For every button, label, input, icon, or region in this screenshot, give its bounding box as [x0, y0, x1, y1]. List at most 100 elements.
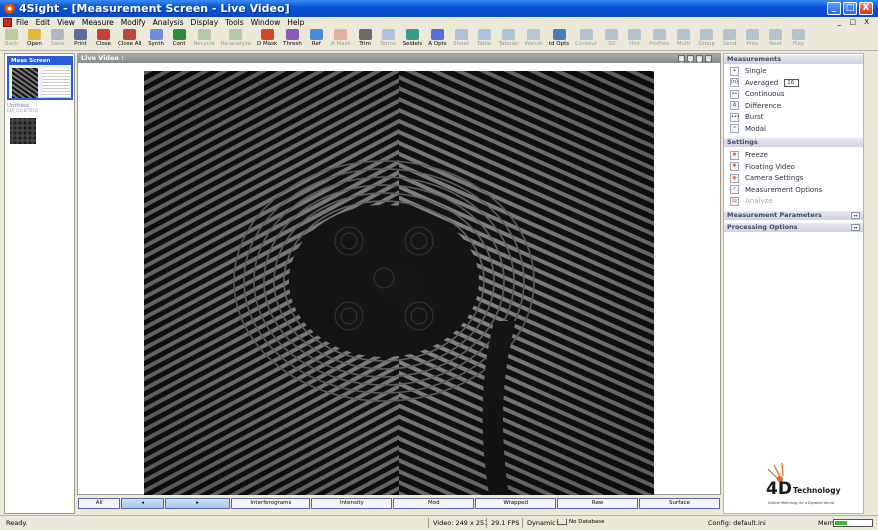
toolbar-tabular-button[interactable]: Tabular: [499, 28, 519, 47]
menu-item-help[interactable]: Help: [287, 18, 304, 27]
toolbar-recycle-button[interactable]: Recycle: [194, 28, 215, 47]
menu-item-view[interactable]: View: [57, 18, 75, 27]
processing-options-header[interactable]: Processing Options ▾▾: [724, 223, 863, 232]
scale-icon[interactable]: S: [696, 55, 703, 64]
measurement-continuous[interactable]: •• Continuous: [730, 89, 785, 99]
tab-next[interactable]: ▸: [164, 498, 231, 509]
camera-settings-icon: ◉: [730, 173, 739, 183]
toolbar-back-button[interactable]: Back: [3, 28, 20, 47]
menu-item-edit[interactable]: Edit: [36, 18, 51, 27]
toolbar-button-label: Open: [27, 41, 42, 47]
setting-freeze[interactable]: ✱ Freeze: [730, 150, 768, 160]
tab-intensity[interactable]: Intensity: [311, 498, 393, 509]
play-icon: [792, 29, 806, 40]
toolbar-play-button[interactable]: Play: [790, 28, 807, 47]
measurements-header[interactable]: Measurements: [724, 55, 863, 64]
toolbar-sheet-button[interactable]: Sheet: [453, 28, 470, 47]
menu-item-window[interactable]: Window: [251, 18, 281, 27]
toolbar-ref-button[interactable]: Ref: [308, 28, 325, 47]
toolbar-group-button[interactable]: Group: [698, 28, 715, 47]
toolbar-profiles-button[interactable]: Profiles: [649, 28, 669, 47]
wands-icon: [527, 29, 541, 40]
toolbar-contour-button[interactable]: Contour: [575, 28, 597, 47]
toolbar-open-button[interactable]: Open: [26, 28, 43, 47]
tab-all[interactable]: All: [78, 498, 121, 509]
toolbar-close-all-button[interactable]: Close All: [118, 28, 142, 47]
setting-label: Camera Settings: [745, 174, 804, 182]
toolbar-table-button[interactable]: Table: [476, 28, 493, 47]
toolbar-td-opts-button[interactable]: td Opts: [549, 28, 569, 47]
toolbar-re-analyze-button[interactable]: Re-analyze: [221, 28, 251, 47]
toolbar-prev-button[interactable]: Prev: [744, 28, 761, 47]
toolbar-close-button[interactable]: Close: [95, 28, 112, 47]
average-count-input[interactable]: 16: [784, 78, 800, 87]
toolbar-a-mask-button[interactable]: A Mask: [331, 28, 351, 47]
toolbar-send-button[interactable]: Send: [721, 28, 738, 47]
setting-measurement-options[interactable]: ✓ Measurement Options: [730, 185, 822, 195]
toolbar-d-mask-button[interactable]: D Mask: [257, 28, 277, 47]
tab-raw[interactable]: Raw: [557, 498, 639, 509]
expand-icon[interactable]: ▾▾: [851, 212, 860, 219]
contour-icon: [579, 29, 593, 40]
expand-icon[interactable]: ▾▾: [851, 224, 860, 231]
back-icon: [5, 29, 18, 40]
view-tabs: All ◂ ▸ Interferograms Intensity Mod Wrapped Ra…: [78, 498, 720, 509]
toolbar-trim-button[interactable]: Trim: [357, 28, 374, 47]
app-icon[interactable]: [4, 3, 15, 14]
measurement-modal[interactable]: ~ Modal: [730, 124, 766, 134]
tab-interferograms[interactable]: Interferograms: [231, 498, 311, 509]
setting-camera-settings[interactable]: ◉ Camera Settings: [730, 173, 803, 183]
tab-wrapped[interactable]: Wrapped: [475, 498, 557, 509]
maximize-button[interactable]: □: [843, 2, 857, 15]
toolbar-button-label: Thresh: [283, 41, 302, 47]
thumbnail-meas-screen[interactable]: Meas Screen: [7, 56, 73, 100]
toolbar-wands-button[interactable]: Wands: [525, 28, 543, 47]
toolbar-seidels-button[interactable]: Seidels: [402, 28, 423, 47]
thumbnail-untitled[interactable]: Untitled EM_C4:87018: [7, 103, 73, 145]
zoom-in-icon[interactable]: ⚲: [678, 55, 685, 64]
status-database[interactable]: No Database: [557, 519, 604, 525]
toolbar-a-opts-button[interactable]: A Opts: [428, 28, 447, 47]
setting-analyze[interactable]: ▤ Analyze: [730, 196, 773, 206]
toolbar-cont-button[interactable]: Cont: [171, 28, 188, 47]
toolbar-next-button[interactable]: Next: [767, 28, 784, 47]
open-icon: [28, 29, 41, 40]
interferogram-video[interactable]: [144, 71, 654, 495]
measurement-averaged[interactable]: (n) Averaged 16: [730, 78, 800, 88]
close-button[interactable]: X: [859, 2, 873, 15]
toolbar-hist-button[interactable]: Hist: [626, 28, 643, 47]
menu-item-tools[interactable]: Tools: [225, 18, 243, 27]
tabular-icon: [502, 29, 516, 40]
collapse-icon[interactable]: ◂: [705, 55, 712, 64]
toolbar-button-label: Seidels: [402, 41, 423, 47]
zoom-out-icon[interactable]: ⚲: [687, 55, 694, 64]
menu-bar: File Edit View Measure Modify Analysis Display…: [0, 17, 878, 28]
measurement-options-icon: ✓: [730, 185, 739, 194]
menu-item-analysis[interactable]: Analysis: [153, 18, 184, 27]
menu-item-measure[interactable]: Measure: [82, 18, 114, 27]
tab-surface[interactable]: Surface: [639, 498, 720, 509]
toolbar-save-button[interactable]: Save: [49, 28, 66, 47]
tab-mod[interactable]: Mod: [393, 498, 475, 509]
measurement-parameters-header[interactable]: Measurement Parameters ▾▾: [724, 211, 863, 220]
toolbar-thresh-button[interactable]: Thresh: [283, 28, 302, 47]
menu-item-display[interactable]: Display: [191, 18, 219, 27]
toolbar-button-label: Sheet: [453, 41, 470, 47]
toolbar-3d-button[interactable]: 3D: [603, 28, 620, 47]
toolbar-multi-button[interactable]: Multi: [675, 28, 692, 47]
measurement-difference[interactable]: ∆ Difference: [730, 101, 781, 111]
menu-item-file[interactable]: File: [16, 18, 29, 27]
settings-header[interactable]: Settings: [724, 138, 863, 147]
setting-floating-video[interactable]: ✱ Floating Video: [730, 162, 795, 172]
thumbnail-title: Meas Screen: [9, 58, 71, 65]
measurement-single[interactable]: • Single: [730, 66, 767, 76]
toolbar-synth-button[interactable]: Synth: [148, 28, 165, 47]
toolbar-terms-button[interactable]: Terms: [380, 28, 397, 47]
measurement-burst[interactable]: ••• Burst: [730, 112, 764, 122]
mdi-controls[interactable]: _ □ X: [838, 18, 872, 26]
menu-item-modify[interactable]: Modify: [121, 18, 146, 27]
minimize-button[interactable]: _: [827, 2, 841, 15]
tab-prev[interactable]: ◂: [121, 498, 164, 509]
toolbar-print-button[interactable]: Print: [72, 28, 89, 47]
document-icon[interactable]: [3, 18, 12, 27]
